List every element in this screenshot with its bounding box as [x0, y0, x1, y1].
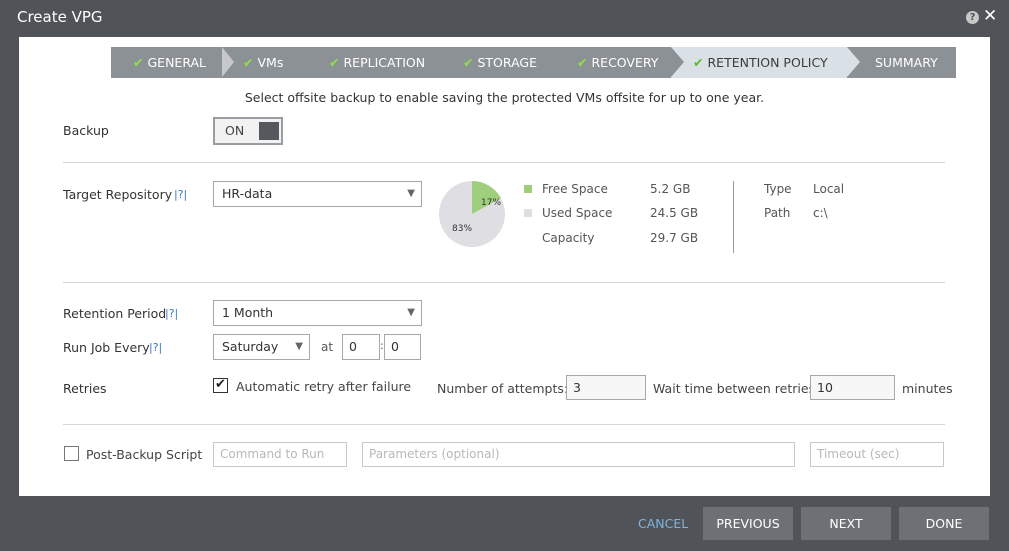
backup-label: Backup: [63, 123, 109, 138]
wizard-step-summary[interactable]: SUMMARY: [847, 47, 956, 78]
toggle-knob: [259, 122, 279, 140]
retention-period-label: Retention Period: [63, 306, 167, 321]
timeout-input[interactable]: Timeout (sec): [810, 442, 944, 467]
at-label: at: [321, 340, 334, 354]
wizard-step-label: STORAGE: [477, 55, 537, 70]
check-icon: ✔: [243, 55, 254, 70]
target-repository-label: Target Repository: [63, 187, 173, 202]
help-link[interactable]: |?|: [174, 188, 187, 201]
command-input[interactable]: Command to Run: [213, 442, 347, 467]
previous-button[interactable]: PREVIOUS: [703, 507, 793, 540]
pie-svg: 17% 83%: [439, 181, 505, 247]
pie-used-label: 83%: [452, 224, 472, 234]
dialog-content: ✔ GENERAL ✔ VMs ✔ REPLICATION ✔ STORAGE ✔ REC…: [19, 37, 990, 496]
free-space-label: Free Space: [542, 182, 608, 196]
step-separator: [307, 47, 320, 77]
check-icon: ✔: [463, 55, 474, 70]
wizard-step-label: SUMMARY: [875, 55, 938, 70]
help-icon[interactable]: ?: [966, 11, 979, 24]
type-label: Type: [764, 182, 792, 196]
path-value: c:\: [813, 206, 828, 220]
divider: [63, 424, 945, 425]
wizard-step-retention-policy[interactable]: ✔ RETENTION POLICY: [671, 47, 847, 78]
attempts-input[interactable]: 3: [566, 375, 646, 400]
retention-period-select[interactable]: 1 Month ▼: [213, 300, 422, 326]
wait-time-label: Wait time between retries:: [653, 381, 820, 396]
help-link[interactable]: |?|: [165, 307, 178, 320]
done-button[interactable]: DONE: [899, 507, 989, 540]
minutes-label: minutes: [902, 381, 953, 396]
check-icon: ✔: [329, 55, 340, 70]
type-value: Local: [813, 182, 845, 196]
step-separator: [847, 47, 860, 77]
auto-retry-label: Automatic retry after failure: [236, 379, 412, 394]
chevron-down-icon: ▼: [407, 188, 415, 199]
check-icon: ✔: [133, 55, 144, 70]
next-button[interactable]: NEXT: [801, 507, 891, 540]
chevron-down-icon: ▼: [407, 307, 415, 318]
chevron-down-icon: ▼: [295, 341, 303, 352]
capacity-value: 29.7 GB: [650, 231, 699, 245]
target-repository-select[interactable]: HR-data ▼: [213, 181, 422, 207]
used-space-label: Used Space: [542, 206, 613, 220]
close-icon[interactable]: ✕: [983, 6, 997, 26]
wizard-step-label: RECOVERY: [591, 55, 659, 70]
wait-time-input[interactable]: 10: [810, 375, 895, 400]
storage-pie-chart: 17% 83%: [438, 180, 506, 248]
run-job-every-label: Run Job Every: [63, 340, 150, 355]
backup-toggle[interactable]: ON: [213, 117, 283, 145]
step-separator: [671, 47, 684, 77]
path-label: Path: [764, 206, 791, 220]
step-separator: [222, 47, 234, 77]
vertical-divider: [733, 181, 734, 253]
select-value: Saturday: [222, 339, 279, 354]
wizard-step-label: REPLICATION: [343, 55, 426, 70]
divider: [63, 282, 945, 283]
pie-free-label: 17%: [481, 198, 501, 208]
cancel-button[interactable]: CANCEL: [638, 516, 688, 531]
auto-retry-checkbox[interactable]: [213, 377, 228, 393]
check-icon: ✔: [577, 55, 588, 70]
wizard-step-label: RETENTION POLICY: [707, 55, 828, 70]
capacity-label: Capacity: [542, 231, 595, 245]
dialog-title: Create VPG: [17, 8, 103, 26]
step-separator: [555, 47, 568, 77]
free-space-value: 5.2 GB: [650, 182, 691, 196]
used-space-value: 24.5 GB: [650, 206, 699, 220]
title-bar: Create VPG ? ✕: [0, 0, 1009, 36]
attempts-label: Number of attempts:: [437, 381, 569, 396]
wizard-step-recovery[interactable]: ✔ RECOVERY: [555, 47, 671, 78]
info-text: Select offsite backup to enable saving t…: [244, 90, 765, 105]
check-icon: ✔: [693, 55, 704, 70]
used-space-legend-swatch: [524, 209, 532, 217]
wizard-step-label: VMs: [257, 55, 284, 70]
run-job-minute-input[interactable]: 0: [384, 334, 421, 360]
wizard-step-replication[interactable]: ✔ REPLICATION: [307, 47, 441, 78]
retries-label: Retries: [63, 381, 107, 396]
free-space-legend-swatch: [524, 185, 532, 193]
toggle-state: ON: [225, 123, 245, 138]
help-link[interactable]: |?|: [149, 341, 162, 354]
wizard-steps: ✔ GENERAL ✔ VMs ✔ REPLICATION ✔ STORAGE ✔ REC…: [111, 47, 956, 78]
post-backup-script-checkbox[interactable]: [64, 446, 79, 461]
wizard-step-label: GENERAL: [147, 55, 207, 70]
divider: [63, 162, 945, 163]
wizard-step-storage[interactable]: ✔ STORAGE: [441, 47, 555, 78]
parameters-input[interactable]: Parameters (optional): [362, 442, 795, 467]
run-job-day-select[interactable]: Saturday ▼: [213, 334, 310, 360]
select-value: 1 Month: [222, 305, 274, 320]
run-job-hour-input[interactable]: 0: [342, 334, 380, 360]
post-backup-script-label: Post-Backup Script: [86, 447, 203, 462]
create-vpg-dialog: Create VPG ? ✕ ✔ GENERAL ✔ VMs ✔ REPLICATIO…: [0, 0, 1009, 551]
select-value: HR-data: [222, 186, 273, 201]
wizard-step-general[interactable]: ✔ GENERAL: [111, 47, 221, 78]
step-separator: [441, 47, 454, 77]
